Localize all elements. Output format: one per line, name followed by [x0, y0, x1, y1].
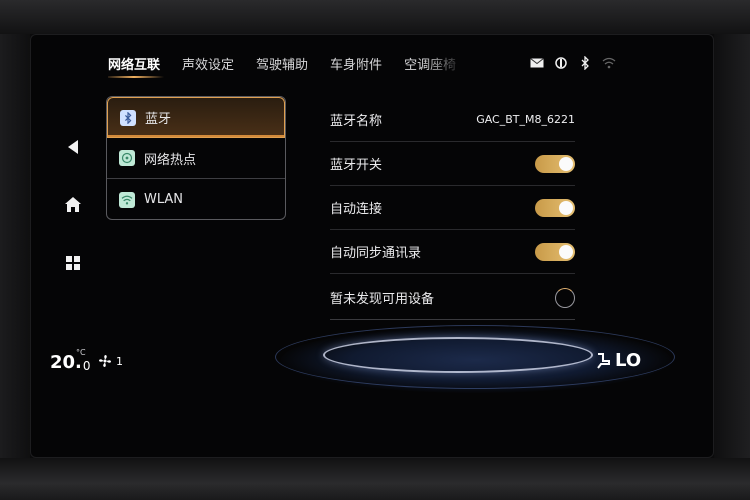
setting-bluetooth-switch: 蓝牙开关 — [330, 142, 575, 186]
hotspot-icon — [119, 150, 135, 166]
setting-label: 蓝牙开关 — [330, 158, 383, 173]
dashboard-trim-top — [0, 0, 750, 34]
scan-ring-inner — [323, 337, 593, 373]
toggle-knob — [559, 244, 573, 259]
home-icon — [65, 197, 81, 212]
searching-spinner-icon — [555, 287, 575, 308]
no-device-label: 暂未发现可用设备 — [330, 292, 435, 307]
temperature-unit: °C — [76, 348, 86, 357]
setting-available-devices: 暂未发现可用设备 — [330, 276, 575, 320]
setting-label: 自动连接 — [330, 202, 383, 217]
seat-heating-control[interactable]: LO — [594, 350, 641, 371]
fan-icon — [99, 355, 111, 367]
menu-item-label: 蓝牙 — [145, 112, 172, 127]
auto-sync-toggle[interactable] — [535, 242, 575, 261]
temperature-decimal: 0 — [82, 359, 91, 373]
tab-body-accessories[interactable]: 车身附件 — [330, 50, 382, 78]
auto-connect-toggle[interactable] — [535, 198, 575, 217]
dashboard-trim-bottom — [0, 458, 750, 500]
fan-level: 1 — [116, 354, 123, 368]
seat-level: LO — [615, 350, 642, 371]
bluetooth-icon — [578, 56, 592, 70]
settings-tabs: 网络互联 声效设定 驾驶辅助 车身附件 空调座椅 — [108, 50, 464, 78]
home-button[interactable] — [60, 192, 86, 218]
tab-driving-assist[interactable]: 驾驶辅助 — [256, 50, 308, 78]
bluetooth-toggle[interactable] — [535, 154, 575, 173]
toggle-knob — [559, 200, 573, 215]
dashboard-trim-left — [0, 34, 30, 458]
network-menu: 蓝牙 网络热点 WLAN — [106, 96, 286, 220]
fan-speed-control[interactable]: 1 — [98, 354, 123, 368]
apps-grid-icon — [66, 256, 80, 270]
apps-button[interactable] — [60, 250, 86, 276]
bluetooth-name-value: GAC_BT_M8_6221 — [476, 113, 575, 126]
seat-heat-icon — [597, 352, 610, 369]
setting-label: 自动同步通讯录 — [330, 246, 422, 261]
setting-label: 蓝牙名称 — [330, 114, 383, 129]
status-bar — [530, 56, 616, 70]
setting-auto-connect: 自动连接 — [330, 186, 575, 230]
back-arrow-icon — [68, 140, 78, 154]
phone-signal-icon — [554, 56, 568, 70]
toggle-knob — [559, 156, 573, 171]
menu-item-bluetooth[interactable]: 蓝牙 — [107, 97, 285, 138]
back-button[interactable] — [60, 134, 86, 160]
dashboard-trim-right — [714, 34, 750, 458]
tab-sound[interactable]: 声效设定 — [182, 50, 234, 78]
bluetooth-icon — [120, 109, 136, 126]
setting-auto-sync-contacts: 自动同步通讯录 — [330, 230, 575, 274]
wifi-icon — [119, 191, 135, 208]
tabs-fade-overlay — [424, 50, 464, 78]
setting-bluetooth-name[interactable]: 蓝牙名称 GAC_BT_M8_6221 — [330, 98, 575, 142]
temperature-display[interactable]: 20. 0 °C — [50, 348, 91, 373]
menu-item-label: WLAN — [144, 192, 184, 207]
menu-item-wlan[interactable]: WLAN — [107, 179, 285, 219]
menu-item-hotspot[interactable]: 网络热点 — [107, 138, 285, 179]
message-icon — [530, 56, 544, 70]
menu-item-label: 网络热点 — [144, 152, 197, 168]
wifi-icon — [602, 56, 616, 70]
tab-network[interactable]: 网络互联 — [108, 50, 165, 78]
